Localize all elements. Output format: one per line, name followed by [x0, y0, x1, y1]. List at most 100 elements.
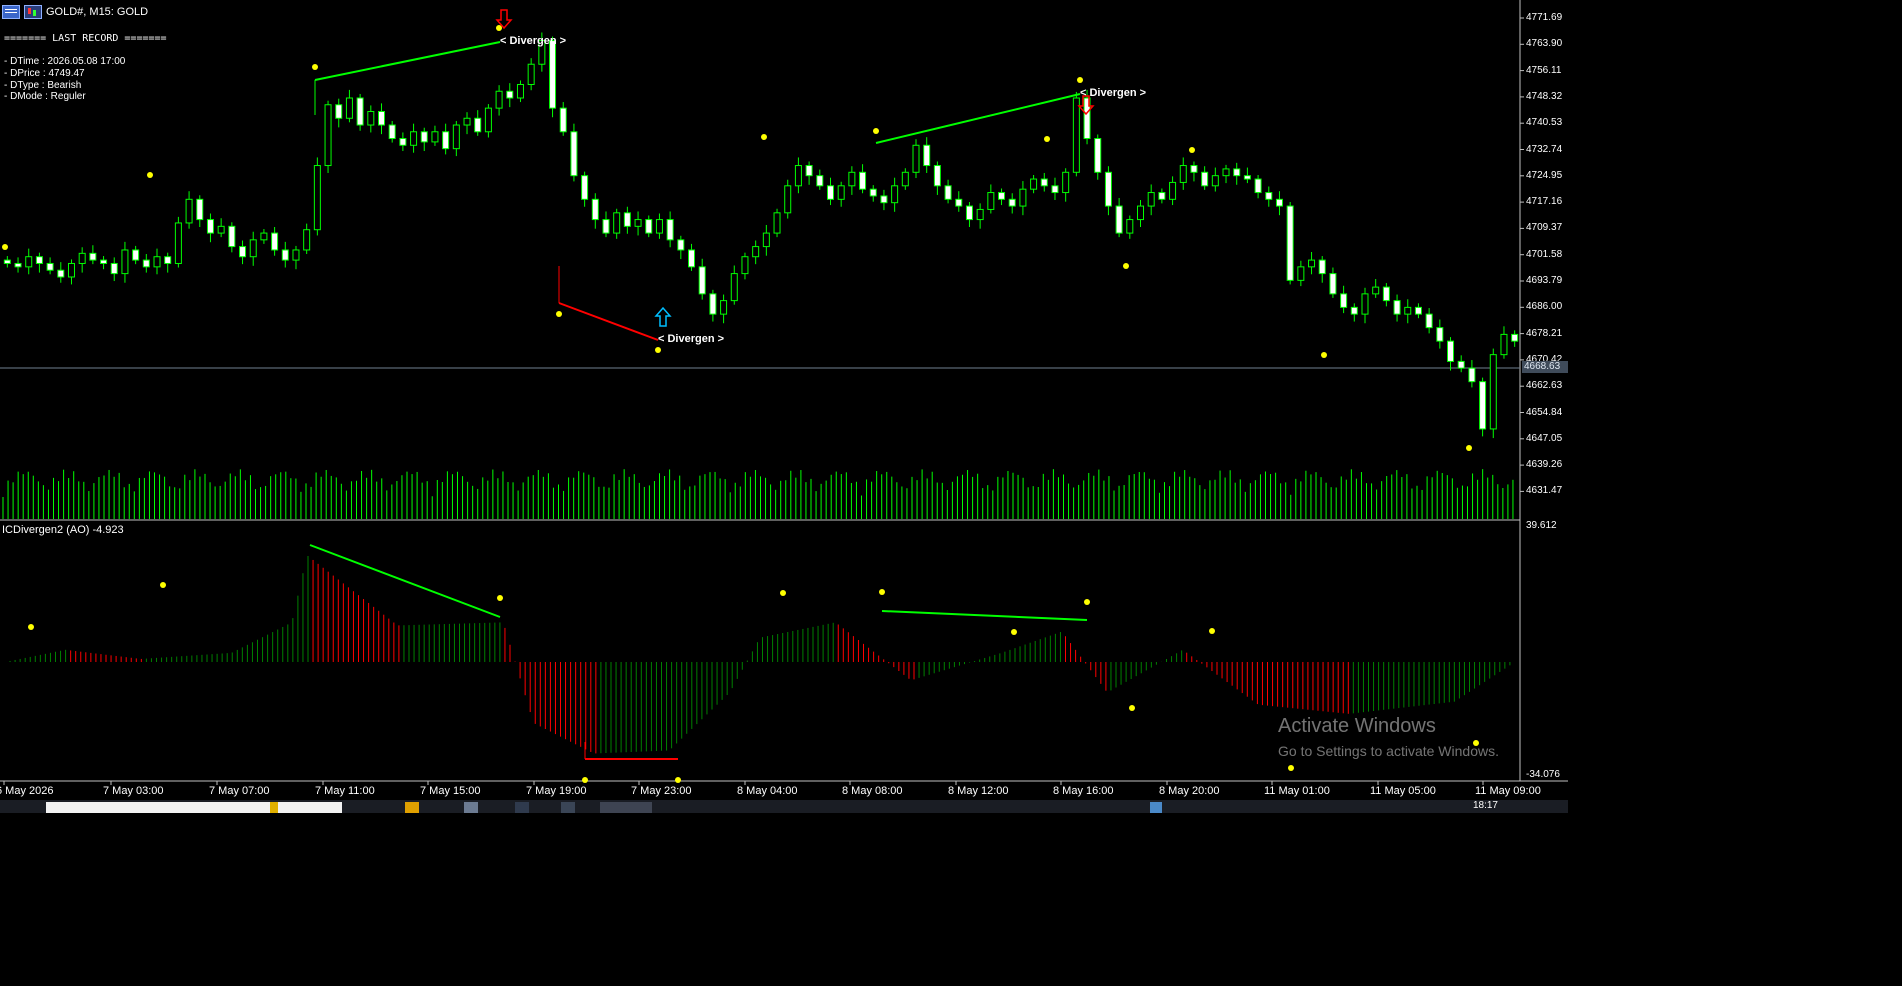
- candle-body: [805, 165, 813, 177]
- candle-body: [217, 225, 225, 234]
- price-axis-label: 4709.37: [1526, 222, 1563, 234]
- fractal-dot: [655, 347, 661, 353]
- file-explorer-icon[interactable]: [405, 802, 419, 813]
- fractal-dot: [1321, 352, 1327, 358]
- candle-body: [1372, 286, 1380, 295]
- candle-body: [880, 195, 888, 204]
- fractal-dot: [1209, 628, 1215, 634]
- time-axis-label: 8 May 08:00: [842, 785, 903, 797]
- candle-body: [655, 219, 663, 234]
- candle-body: [1414, 306, 1422, 315]
- candle-body: [1051, 185, 1059, 194]
- taskbar-clock: 18:17: [1472, 800, 1498, 811]
- candle-body: [634, 219, 642, 227]
- fractal-dot: [147, 172, 153, 178]
- taskbar-app-icon[interactable]: [515, 802, 529, 813]
- candle-body: [3, 259, 11, 264]
- divergence-label: < Divergen >: [500, 35, 567, 47]
- record-dtype: - DType : Bearish: [4, 80, 82, 91]
- candle-body: [1040, 178, 1048, 187]
- fractal-dot: [556, 311, 562, 317]
- chart-canvas[interactable]: [0, 0, 1568, 800]
- time-axis-label: 8 May 20:00: [1159, 785, 1220, 797]
- candle-body: [826, 185, 834, 200]
- price-axis-label: 4693.79: [1526, 275, 1563, 286]
- candle-body: [677, 239, 685, 251]
- candle-body: [57, 269, 65, 278]
- divergence-line: [881, 610, 1088, 621]
- taskbar-active-app[interactable]: [600, 802, 652, 813]
- fractal-dot: [496, 25, 502, 31]
- fractal-dot: [1189, 147, 1195, 153]
- time-axis-label: 11 May 01:00: [1264, 785, 1330, 797]
- candle-body: [378, 111, 385, 126]
- candle-body: [816, 175, 824, 187]
- taskbar-app-icon[interactable]: [561, 802, 575, 813]
- fractal-dot: [873, 128, 879, 134]
- indicator-title: ICDivergen2 (AO) -4.923: [2, 524, 124, 536]
- divergence-label: < Divergen >: [1080, 87, 1147, 99]
- chart-menu-icon[interactable]: [2, 5, 20, 19]
- fractal-dot: [28, 624, 34, 630]
- candle-body: [206, 219, 214, 234]
- candle-body: [976, 208, 984, 221]
- record-dprice: - DPrice : 4749.47: [4, 68, 85, 79]
- candle-body: [228, 225, 236, 248]
- price-axis-label: 4717.16: [1526, 196, 1563, 208]
- time-axis-label: 7 May 23:00: [631, 785, 692, 797]
- candle-body: [912, 144, 920, 173]
- divergence-lines: [309, 41, 1088, 760]
- candle-body: [762, 232, 770, 248]
- candle-body: [570, 131, 578, 177]
- candle-body: [78, 252, 86, 264]
- fractal-dot: [1077, 77, 1083, 83]
- axis-ticks: [3, 17, 1524, 785]
- candle-body: [100, 259, 108, 264]
- candle-body: [549, 40, 557, 109]
- chart-title: GOLD#, M15: GOLD: [46, 6, 149, 18]
- fractal-dot: [675, 777, 681, 783]
- candle-body: [1104, 171, 1112, 207]
- candle-body: [1019, 188, 1027, 207]
- candle-body: [1254, 178, 1262, 194]
- time-axis-label: 7 May 07:00: [209, 785, 270, 797]
- fractal-dot: [160, 582, 166, 588]
- candle-body: [1457, 360, 1465, 369]
- indicator-min-label: -34.076: [1526, 769, 1560, 780]
- taskbar-app-icon[interactable]: [464, 802, 478, 813]
- chart-window[interactable]: GOLD#, M15: GOLD ======= LAST RECORD ===…: [0, 0, 1568, 800]
- fractal-dot: [761, 134, 767, 140]
- price-axis-label: 4763.90: [1526, 38, 1563, 50]
- tray-icon[interactable]: [1150, 802, 1162, 813]
- candle-body: [869, 188, 877, 197]
- price-axis-label: 4756.11: [1526, 64, 1562, 76]
- record-heading: ======= LAST RECORD =======: [4, 33, 167, 44]
- chart-template-icon[interactable]: [24, 5, 42, 19]
- price-axis-label: 4647.05: [1526, 432, 1563, 444]
- price-axis-label: 4639.26: [1526, 459, 1563, 471]
- fractal-dot: [1288, 765, 1294, 771]
- fractal-dot: [1466, 445, 1472, 451]
- fractal-dot: [879, 589, 885, 595]
- candle-body: [174, 222, 182, 264]
- price-axis-label: 4678.21: [1526, 327, 1563, 339]
- candle-body: [506, 90, 514, 99]
- candle-body: [1147, 192, 1155, 207]
- divergence-line: [314, 41, 501, 81]
- candle-body: [1094, 138, 1102, 173]
- candle-body: [25, 256, 33, 268]
- candle-body: [164, 256, 172, 264]
- candle-body: [1447, 340, 1455, 362]
- candle-body: [1126, 219, 1134, 234]
- candle-body: [720, 300, 728, 315]
- taskbar-search-box[interactable]: [46, 802, 342, 813]
- buy-arrow-icon: [654, 306, 672, 327]
- candle-body: [484, 107, 492, 133]
- candle-body: [1318, 259, 1326, 275]
- price-axis-label: 4654.84: [1526, 406, 1563, 418]
- candle-body: [67, 262, 75, 278]
- candle-body: [1329, 273, 1337, 295]
- record-dtime: - DTime : 2026.05.08 17:00: [4, 56, 126, 67]
- candle-body: [335, 104, 343, 119]
- candle-body: [688, 249, 696, 268]
